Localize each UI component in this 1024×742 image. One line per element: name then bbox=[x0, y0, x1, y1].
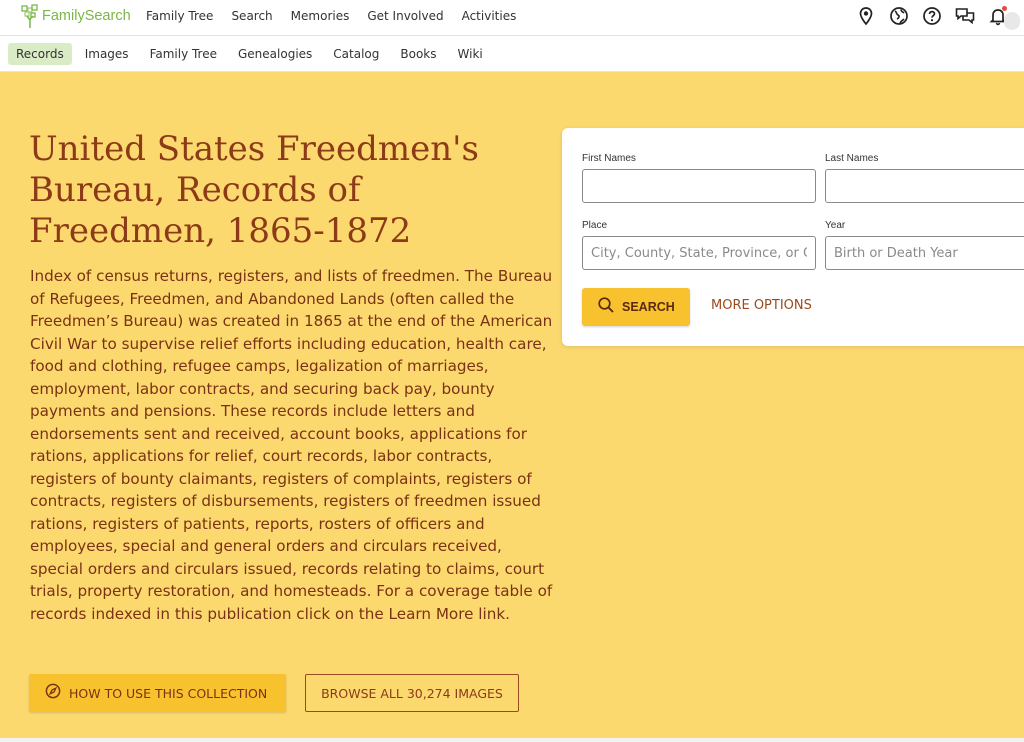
search-icon bbox=[597, 296, 615, 318]
tree-logo-icon bbox=[20, 4, 40, 28]
subnav-books[interactable]: Books bbox=[392, 43, 444, 65]
records-subnav: Records Images Family Tree Genealogies C… bbox=[0, 37, 1024, 72]
subnav-images[interactable]: Images bbox=[77, 43, 137, 65]
chat-icon[interactable] bbox=[953, 4, 977, 28]
browse-images-label: BROWSE ALL 30,274 IMAGES bbox=[321, 685, 503, 701]
search-button[interactable]: SEARCH bbox=[582, 288, 690, 326]
place-input[interactable] bbox=[582, 236, 816, 270]
notification-dot bbox=[1002, 6, 1007, 11]
year-label: Year bbox=[825, 220, 846, 231]
year-input[interactable] bbox=[825, 236, 1024, 270]
search-button-label: SEARCH bbox=[622, 300, 675, 314]
last-names-input[interactable] bbox=[825, 169, 1024, 203]
nav-activities[interactable]: Activities bbox=[462, 9, 517, 23]
how-to-use-button[interactable]: HOW TO USE THIS COLLECTION bbox=[29, 674, 286, 712]
last-names-label: Last Names bbox=[825, 153, 879, 164]
nav-get-involved[interactable]: Get Involved bbox=[367, 9, 443, 23]
nav-memories[interactable]: Memories bbox=[291, 9, 350, 23]
place-label: Place bbox=[582, 220, 608, 231]
top-icon-group bbox=[845, 4, 1020, 30]
subnav-wiki[interactable]: Wiki bbox=[450, 43, 491, 65]
subnav-catalog[interactable]: Catalog bbox=[325, 43, 387, 65]
page-bottom-strip bbox=[0, 738, 1024, 742]
globe-icon[interactable] bbox=[887, 4, 911, 28]
first-names-input[interactable] bbox=[582, 169, 816, 203]
top-navigation-bar: FamilySearch Family Tree Search Memories… bbox=[0, 0, 1024, 36]
nav-search[interactable]: Search bbox=[231, 9, 272, 23]
subnav-genealogies[interactable]: Genealogies bbox=[230, 43, 320, 65]
brand-name: FamilySearch bbox=[42, 8, 131, 24]
collection-description: Index of census returns, registers, and … bbox=[30, 267, 553, 623]
subnav-family-tree[interactable]: Family Tree bbox=[142, 43, 225, 65]
compass-icon bbox=[45, 683, 61, 703]
map-pin-icon[interactable] bbox=[854, 4, 878, 28]
browse-images-button[interactable]: BROWSE ALL 30,274 IMAGES bbox=[305, 674, 519, 712]
search-form-card: First Names Last Names Place Year SEARCH… bbox=[562, 128, 1024, 346]
familysearch-logo[interactable]: FamilySearch bbox=[20, 3, 131, 29]
more-options-link[interactable]: MORE OPTIONS bbox=[711, 298, 812, 313]
how-to-use-label: HOW TO USE THIS COLLECTION bbox=[69, 685, 268, 701]
avatar[interactable] bbox=[1004, 12, 1020, 30]
collection-title: United States Freedmen's Bureau, Records… bbox=[29, 129, 479, 251]
subnav-records[interactable]: Records bbox=[8, 43, 72, 65]
main-nav: Family Tree Search Memories Get Involved… bbox=[137, 0, 525, 32]
nav-family-tree[interactable]: Family Tree bbox=[146, 9, 213, 23]
help-icon[interactable] bbox=[920, 4, 944, 28]
first-names-label: First Names bbox=[582, 153, 636, 164]
